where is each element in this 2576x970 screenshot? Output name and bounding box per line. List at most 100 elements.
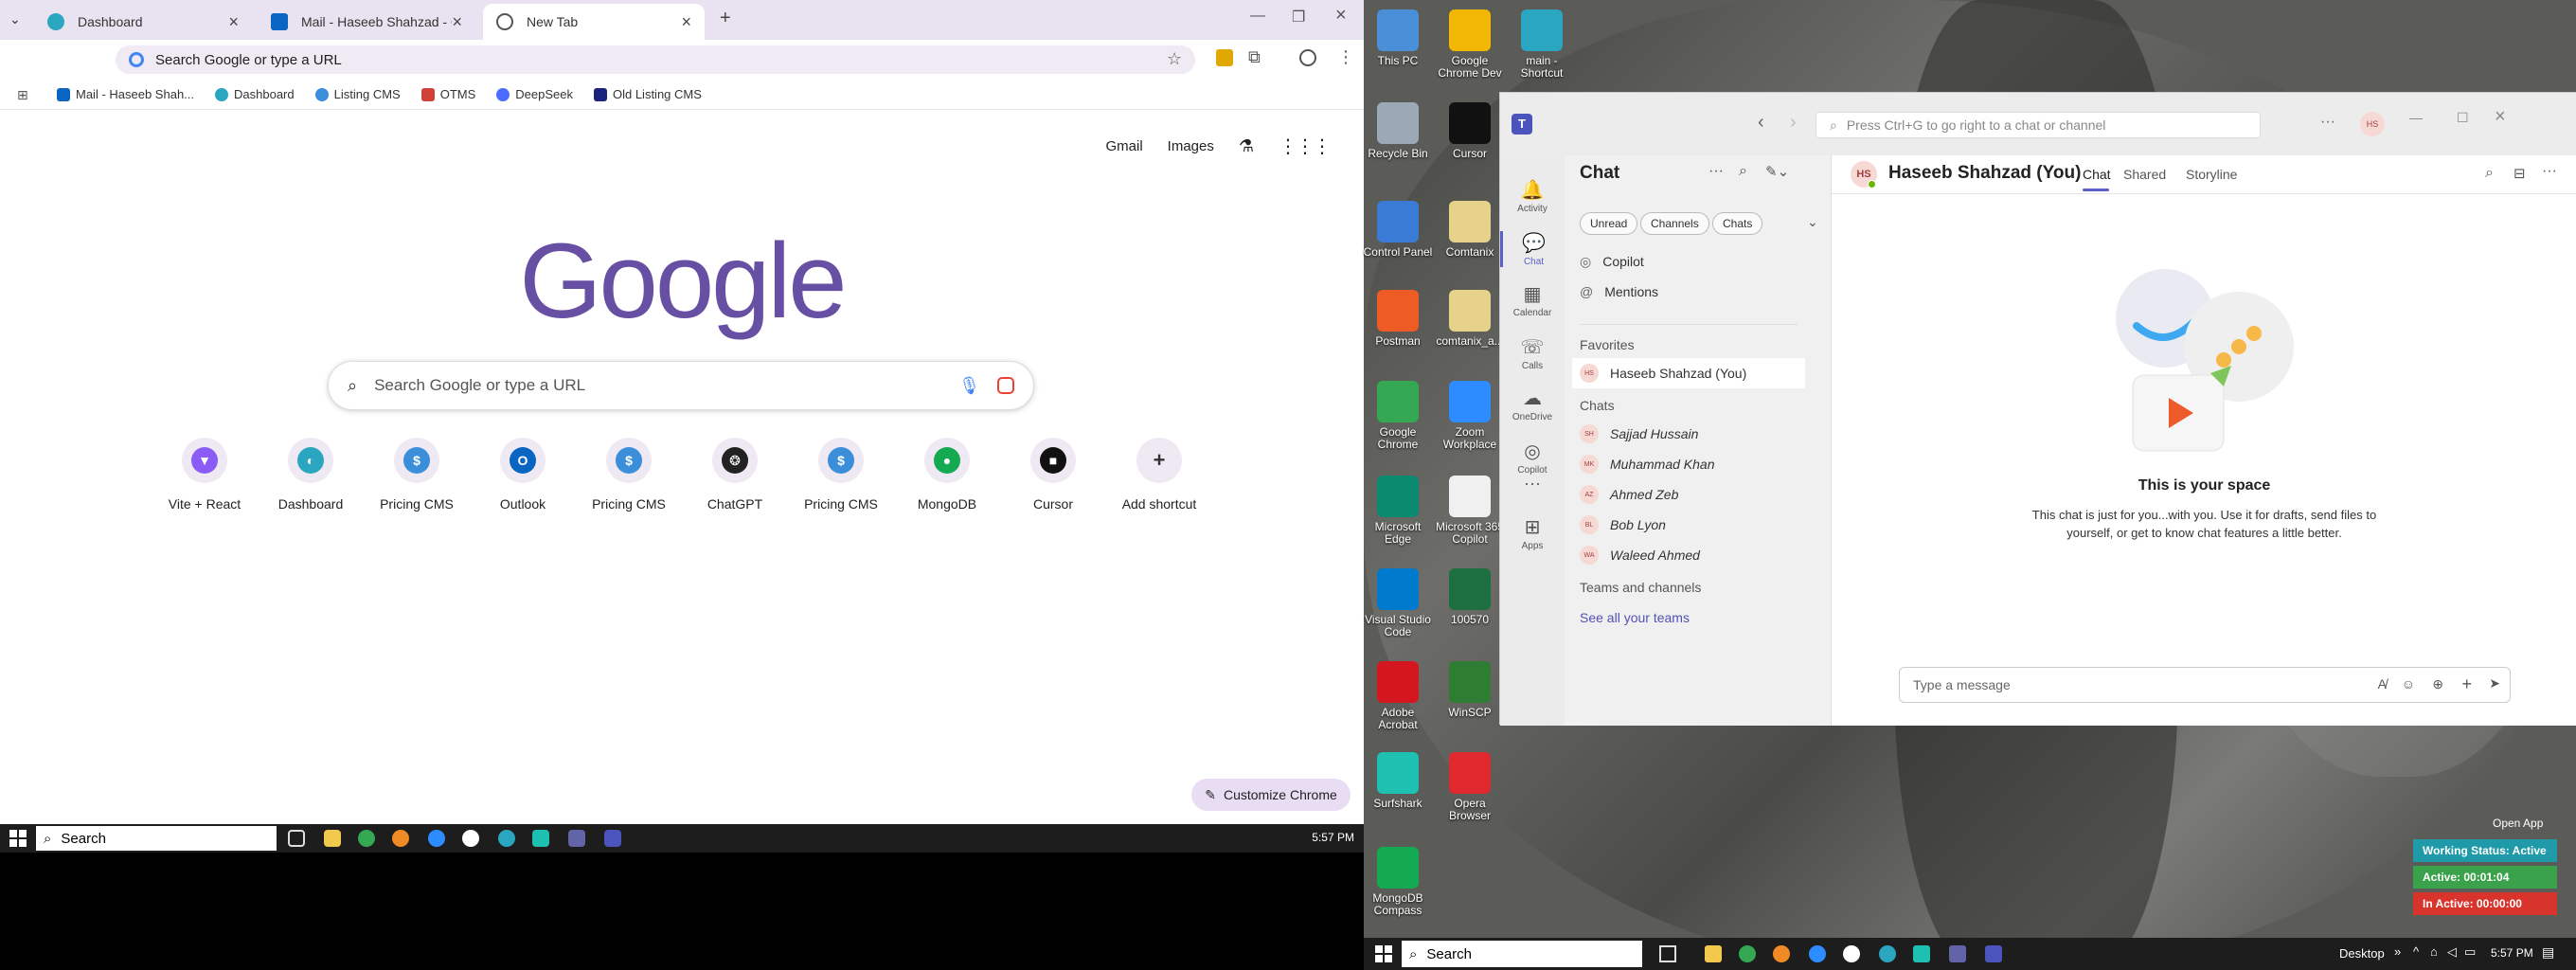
- chatgpt-taskbar-icon[interactable]: [462, 830, 479, 847]
- desktop-icon[interactable]: comtanix_a...: [1434, 290, 1506, 348]
- taskbar-clock[interactable]: 5:57 PM: [2491, 946, 2533, 960]
- postman-taskbar-icon[interactable]: [392, 830, 409, 847]
- desktop-icon[interactable]: Postman: [1362, 290, 1434, 348]
- desktop-icon[interactable]: Cursor: [1434, 102, 1506, 160]
- desktop-icon[interactable]: Google Chrome Dev: [1434, 9, 1506, 80]
- gmail-link[interactable]: Gmail: [1105, 138, 1142, 154]
- omnibox[interactable]: Search Google or type a URL: [116, 45, 1195, 74]
- rail-copilot[interactable]: ◎ Copilot: [1500, 440, 1565, 476]
- search-icon[interactable]: ⌕: [2485, 165, 2494, 182]
- message-compose-box[interactable]: Type a message A̸ ☺ ⊕ + ➤: [1899, 667, 2511, 703]
- mic-icon[interactable]: 🎙: [958, 376, 980, 396]
- filter-channels[interactable]: Channels: [1640, 212, 1709, 235]
- bookmark-mail[interactable]: Mail - Haseeb Shah...: [57, 87, 194, 101]
- desktop-icon[interactable]: MongoDB Compass: [1362, 847, 1434, 917]
- lens-icon[interactable]: [997, 377, 1014, 394]
- filter-chats[interactable]: Chats: [1712, 212, 1763, 235]
- copilot-item[interactable]: ◎ Copilot: [1565, 246, 1832, 277]
- task-view-icon[interactable]: [288, 830, 305, 847]
- images-link[interactable]: Images: [1168, 138, 1214, 154]
- favorite-chat-self[interactable]: HS Haseeb Shahzad (You): [1572, 358, 1805, 388]
- chat-item[interactable]: AZ Ahmed Zeb: [1565, 479, 1832, 510]
- tab-chat[interactable]: Chat: [2083, 167, 2111, 182]
- see-all-teams-link[interactable]: See all your teams: [1580, 610, 1690, 625]
- google-apps-icon[interactable]: ⋮⋮⋮: [1279, 135, 1332, 158]
- shortcut-tile[interactable]: ▼ Vite + React: [152, 438, 258, 512]
- shortcut-tile[interactable]: + Add shortcut: [1106, 438, 1212, 512]
- windows-start-icon[interactable]: [9, 830, 27, 847]
- tab-shared[interactable]: Shared: [2123, 167, 2166, 182]
- desktop-icon[interactable]: Recycle Bin: [1362, 102, 1434, 160]
- rail-apps[interactable]: ⊞ Apps: [1500, 515, 1565, 551]
- desktop-icon[interactable]: Control Panel: [1362, 201, 1434, 259]
- teams-classic-taskbar-icon[interactable]: [604, 830, 621, 847]
- desktop-icon[interactable]: Adobe Acrobat: [1362, 661, 1434, 731]
- apps-grid-icon[interactable]: ⊞: [17, 87, 28, 103]
- close-window-icon[interactable]: ×: [1335, 5, 1347, 27]
- file-explorer-icon[interactable]: [1705, 945, 1722, 962]
- teams-forward-icon[interactable]: ›: [1790, 112, 1797, 134]
- extension-icon[interactable]: [1216, 49, 1233, 66]
- notifications-icon[interactable]: ▤: [2542, 944, 2554, 961]
- taskbar-search-box[interactable]: ⌕ Search: [1402, 941, 1642, 967]
- desktop-icon[interactable]: 100570: [1434, 568, 1506, 626]
- shortcut-tile[interactable]: $ Pricing CMS: [576, 438, 682, 512]
- new-tab-icon[interactable]: +: [720, 8, 731, 29]
- close-window-icon[interactable]: ×: [2495, 106, 2506, 128]
- mentions-item[interactable]: @ Mentions: [1565, 277, 1832, 307]
- open-side-panel-icon[interactable]: ⊟: [2513, 165, 2526, 182]
- shortcut-tile[interactable]: O Outlook: [470, 438, 576, 512]
- task-view-icon[interactable]: [1659, 945, 1676, 962]
- send-icon[interactable]: ➤: [2489, 675, 2500, 692]
- chrome-taskbar-icon[interactable]: [358, 830, 375, 847]
- shortcut-tile[interactable]: $ Pricing CMS: [788, 438, 894, 512]
- user-avatar[interactable]: HS: [2360, 112, 2385, 136]
- desktop-icon[interactable]: Zoom Workplace: [1434, 381, 1506, 451]
- chevron-down-icon[interactable]: ⌄: [1807, 214, 1818, 230]
- shortcut-tile[interactable]: ● MongoDB: [894, 438, 1000, 512]
- close-tab-icon[interactable]: ×: [681, 12, 691, 32]
- teams-search-input[interactable]: ⌕ Press Ctrl+G to go right to a chat or …: [1816, 112, 2261, 138]
- restore-icon[interactable]: ❐: [1292, 8, 1305, 27]
- desktop-icon[interactable]: Opera Browser: [1434, 752, 1506, 822]
- desktop-icon[interactable]: Comtanix: [1434, 201, 1506, 259]
- volume-icon[interactable]: ◁: [2447, 944, 2457, 960]
- profile-icon[interactable]: [1299, 49, 1316, 66]
- desktop-icon[interactable]: WinSCP: [1434, 661, 1506, 719]
- zoom-taskbar-icon[interactable]: [1809, 945, 1826, 962]
- desktop-toolbar-label[interactable]: Desktop: [2339, 946, 2385, 961]
- labs-flask-icon[interactable]: ⚗: [1239, 136, 1254, 156]
- extensions-puzzle-icon[interactable]: ⧉: [1248, 47, 1261, 67]
- close-tab-icon[interactable]: ×: [228, 12, 239, 32]
- tab-dashboard[interactable]: Dashboard ×: [34, 4, 252, 40]
- search-icon[interactable]: ⌕: [1739, 163, 1747, 180]
- chrome-taskbar-icon[interactable]: [1739, 945, 1756, 962]
- new-chat-icon[interactable]: ✎⌄: [1765, 163, 1789, 180]
- tab-search-icon[interactable]: ⌄: [9, 11, 21, 27]
- more-apps-icon[interactable]: ···: [1500, 474, 1565, 494]
- desktop-icon[interactable]: Visual Studio Code: [1362, 568, 1434, 638]
- chevron-up-icon[interactable]: ^: [2413, 944, 2419, 959]
- shortcut-tile[interactable]: ❂ ChatGPT: [682, 438, 788, 512]
- bookmark-deepseek[interactable]: DeepSeek: [496, 87, 573, 101]
- bookmark-old-listing-cms[interactable]: Old Listing CMS: [593, 87, 702, 101]
- chat-item[interactable]: SH Sajjad Hussain: [1565, 419, 1832, 449]
- surfshark-taskbar-icon[interactable]: [532, 830, 549, 847]
- ntp-search-box[interactable]: ⌕ Search Google or type a URL 🎙: [328, 361, 1034, 410]
- teams-taskbar-icon[interactable]: [568, 830, 585, 847]
- customize-chrome-button[interactable]: ✎ Customize Chrome: [1191, 779, 1351, 811]
- rail-calls[interactable]: ☏ Calls: [1500, 335, 1565, 371]
- maximize-icon[interactable]: ☐: [2457, 110, 2469, 126]
- open-app-link[interactable]: Open App: [2493, 817, 2543, 830]
- desktop-icon[interactable]: This PC: [1362, 9, 1434, 67]
- rail-onedrive[interactable]: ☁ OneDrive: [1500, 386, 1565, 422]
- dashboard-taskbar-icon[interactable]: [1879, 945, 1896, 962]
- rail-calendar[interactable]: ▦ Calendar: [1500, 282, 1565, 318]
- minimize-icon[interactable]: —: [1250, 8, 1265, 25]
- teams-classic-taskbar-icon[interactable]: [1985, 945, 2002, 962]
- taskbar-clock[interactable]: 5:57 PM: [1312, 831, 1354, 844]
- tab-new-tab[interactable]: New Tab ×: [483, 4, 705, 40]
- add-attachment-icon[interactable]: +: [2461, 674, 2472, 694]
- emoji-icon[interactable]: ☺: [2402, 676, 2415, 692]
- desktop-icon[interactable]: Google Chrome: [1362, 381, 1434, 451]
